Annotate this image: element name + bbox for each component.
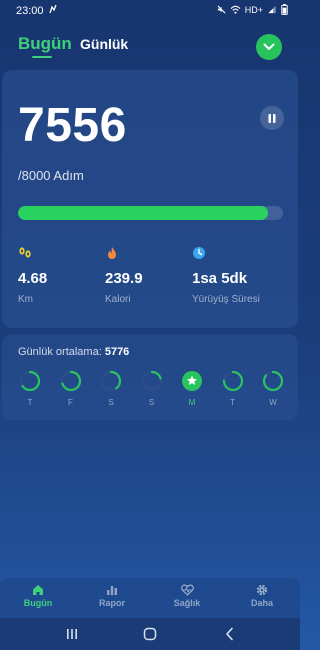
back-icon[interactable] xyxy=(222,626,238,642)
day-item[interactable]: S xyxy=(140,370,164,407)
stat-distance-label: Km xyxy=(18,294,33,305)
active-tab-indicator xyxy=(32,56,52,58)
heart-pulse-icon xyxy=(180,584,194,596)
recent-apps-icon[interactable] xyxy=(64,626,80,642)
bar-chart-icon xyxy=(107,586,117,595)
step-goal: /8000 Adım xyxy=(18,168,84,183)
day-progress-ring xyxy=(19,370,41,392)
stat-distance-value: 4.68 xyxy=(18,270,48,287)
network-type: HD+ xyxy=(244,4,263,15)
pause-button[interactable] xyxy=(260,106,284,130)
nav-item-saglik[interactable]: Sağlık xyxy=(162,584,212,608)
signal-icon xyxy=(268,5,276,14)
pause-icon xyxy=(268,113,276,123)
status-time: 23:00 xyxy=(16,5,44,17)
day-item[interactable]: W xyxy=(261,370,285,407)
notification-icon xyxy=(49,4,57,14)
stat-duration: 1sa 5dk Yürüyüş Süresi xyxy=(192,246,282,305)
wifi-icon xyxy=(230,5,241,14)
nav-label-rapor: Rapor xyxy=(98,598,125,608)
footprints-icon xyxy=(19,247,31,258)
flame-icon xyxy=(108,247,116,259)
system-nav-bar xyxy=(0,618,300,650)
day-label: T xyxy=(230,398,235,407)
day-progress-ring xyxy=(262,370,284,392)
day-item[interactable]: F xyxy=(59,370,83,407)
stat-duration-value: 1sa 5dk xyxy=(192,270,248,287)
day-label: W xyxy=(269,398,277,407)
nav-label-daha: Daha xyxy=(250,598,273,608)
stat-calories-label: Kalori xyxy=(105,294,131,305)
day-label: S xyxy=(108,398,114,407)
dropdown-button[interactable] xyxy=(256,34,282,60)
nav-item-daha[interactable]: Daha xyxy=(237,584,287,608)
stat-calories-value: 239.9 xyxy=(105,270,143,287)
day-item[interactable]: S xyxy=(99,370,123,407)
clock-icon xyxy=(193,247,205,259)
day-progress-ring xyxy=(141,370,162,392)
day-label: M xyxy=(188,398,196,407)
home-icon xyxy=(33,585,43,595)
gear-icon xyxy=(256,584,268,596)
day-item[interactable]: T xyxy=(18,370,42,407)
day-label: T xyxy=(27,398,33,407)
chevron-down-icon xyxy=(263,43,275,50)
weekday-rings: TFSSMTW xyxy=(18,370,286,414)
status-bar: 23:00 HD+ xyxy=(0,0,300,22)
mute-icon xyxy=(217,5,226,14)
day-item[interactable]: M xyxy=(180,370,204,407)
stat-calories: 239.9 Kalori xyxy=(105,246,195,305)
day-progress-ring xyxy=(100,370,122,392)
nav-item-rapor[interactable]: Rapor xyxy=(87,584,137,608)
home-button-icon[interactable] xyxy=(142,626,158,642)
daily-average-value: 5776 xyxy=(104,346,130,358)
day-complete-ring xyxy=(182,371,202,391)
day-item[interactable]: T xyxy=(221,370,245,407)
bottom-nav: Bugün Rapor Sağlık Daha xyxy=(0,578,300,618)
stat-duration-label: Yürüyüş Süresi xyxy=(192,294,260,305)
step-count: 7556 xyxy=(18,99,127,152)
step-progress-fill xyxy=(18,206,269,220)
status-icons: HD+ xyxy=(217,4,288,15)
stat-distance: 4.68 Km xyxy=(18,246,108,305)
day-progress-ring xyxy=(222,370,243,392)
day-label: F xyxy=(68,398,73,407)
nav-label-bugun: Bugün xyxy=(23,598,53,608)
daily-average-label: Günlük ortalama: xyxy=(18,346,102,358)
tab-today[interactable]: Bugün xyxy=(18,34,72,54)
header: Bugün Günlük xyxy=(0,28,300,66)
tab-daily[interactable]: Günlük xyxy=(80,36,128,52)
nav-item-bugun[interactable]: Bugün xyxy=(13,584,63,608)
summary-card: 7556 /8000 Adım 4.68 Km 239.9 Kalori 1sa xyxy=(2,70,298,328)
step-progress-bar xyxy=(18,206,283,220)
day-progress-ring xyxy=(60,370,81,392)
day-label: S xyxy=(148,398,155,407)
daily-average-heading: Günlük ortalama: 5776 xyxy=(18,346,129,358)
nav-label-saglik: Sağlık xyxy=(173,598,201,608)
daily-average-card: Günlük ortalama: 5776 T F S S M T W xyxy=(2,334,298,420)
battery-icon xyxy=(281,4,288,15)
